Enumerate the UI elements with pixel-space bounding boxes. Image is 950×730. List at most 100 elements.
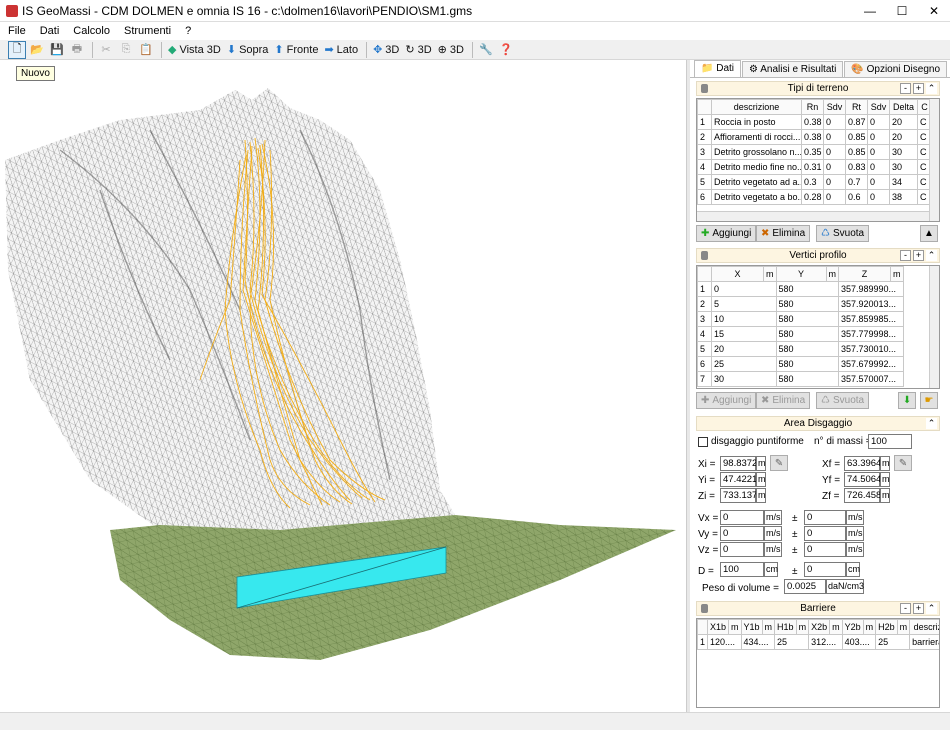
table-row[interactable]: 4 Detrito medio fine no... 0.31 0 0.83 0 30 C [697, 159, 932, 175]
chevron-up-icon[interactable]: ⌃ [926, 603, 937, 614]
cell[interactable]: Roccia in posto [711, 114, 802, 130]
sopra-button[interactable]: ⬇ Sopra [225, 41, 271, 59]
cell[interactable]: 34 [889, 174, 918, 190]
table-row[interactable]: 7 30 580 357.570007... [697, 371, 904, 387]
save-icon[interactable]: 💾 [48, 41, 66, 59]
cell[interactable]: 120.... [707, 634, 742, 650]
vx-input[interactable]: 0 [720, 510, 764, 525]
terreno-table[interactable]: descrizione Rn Sdv Rt Sdv Delta C 1 Rocci… [696, 98, 940, 222]
tab-dati[interactable]: 📁 Dati [694, 60, 742, 77]
collapse-button[interactable]: - [900, 83, 911, 94]
cell[interactable]: 0 [711, 281, 777, 297]
d-input[interactable]: 100 [720, 562, 764, 577]
table-row[interactable]: 3 Detrito grossolano n... 0.35 0 0.85 0 30 C [697, 144, 932, 160]
chevron-up-icon[interactable]: ⌃ [926, 83, 937, 94]
print-icon[interactable]: 🖶 [68, 41, 86, 59]
menu-file[interactable]: File [8, 25, 26, 37]
cell[interactable]: Detrito medio fine no... [711, 159, 802, 175]
cell[interactable]: 0.7 [845, 174, 868, 190]
cell[interactable]: 0.3 [801, 174, 824, 190]
cell[interactable]: 0 [867, 159, 890, 175]
import-button[interactable]: ⬇ [898, 392, 916, 409]
cell[interactable]: 580 [775, 371, 839, 387]
zoom-3d-button[interactable]: ⊕ 3D [436, 41, 466, 59]
chevron-up-icon[interactable]: ⌃ [926, 418, 937, 429]
cell[interactable]: 0 [823, 144, 846, 160]
yi-input[interactable]: 47.4221 [720, 472, 757, 487]
cell[interactable]: 403.... [841, 634, 877, 650]
cell[interactable]: 0 [823, 174, 846, 190]
table-row[interactable]: 6 25 580 357.679992... [697, 356, 904, 372]
xf-input[interactable]: 63.3964 [844, 456, 881, 471]
terrain-view-button[interactable]: ▲ [920, 225, 938, 242]
cut-icon[interactable]: ✂ [97, 41, 115, 59]
cell[interactable]: 20 [889, 129, 918, 145]
cell[interactable]: 20 [711, 341, 777, 357]
table-row[interactable]: 4 15 580 357.779998... [697, 326, 904, 342]
cell[interactable]: 10 [711, 311, 777, 327]
vertical-scrollbar[interactable] [929, 266, 939, 388]
table-row[interactable]: 1 120.... 434.... 25 312.... 403.... 25 … [697, 634, 939, 650]
vy-input[interactable]: 0 [720, 526, 764, 541]
cell[interactable]: 0.38 [801, 129, 824, 145]
cell[interactable]: 0.28 [801, 189, 824, 205]
col-h2b[interactable]: H2b [875, 619, 898, 635]
cell[interactable]: 357.679992... [838, 356, 904, 372]
table-row[interactable]: 1 0 580 357.989990... [697, 281, 904, 297]
col-rn[interactable]: Rn [801, 99, 824, 115]
copy-icon[interactable]: ⎘ [117, 41, 135, 59]
minimize-button[interactable]: — [854, 0, 886, 22]
cell[interactable]: 0.85 [845, 144, 868, 160]
cell[interactable]: 0.87 [845, 114, 868, 130]
vx-dev-input[interactable]: 0 [804, 510, 846, 525]
cell[interactable]: 0.38 [801, 114, 824, 130]
cell[interactable]: 0 [823, 129, 846, 145]
cell[interactable]: Affioramenti di rocci... [711, 129, 802, 145]
cell[interactable]: 0 [867, 144, 890, 160]
cell[interactable]: 357.779998... [838, 326, 904, 342]
maximize-button[interactable]: ☐ [886, 0, 918, 22]
cell[interactable]: 5 [711, 296, 777, 312]
zi-input[interactable]: 733.137 [720, 488, 757, 503]
col-y1b[interactable]: Y1b [740, 619, 763, 635]
table-row[interactable]: 6 Detrito vegetato a bo... 0.28 0 0.6 0 38 C [697, 189, 932, 205]
menu-help[interactable]: ? [185, 25, 191, 37]
cell[interactable]: 25 [774, 634, 810, 650]
vy-dev-input[interactable]: 0 [804, 526, 846, 541]
cell[interactable]: 580 [775, 311, 839, 327]
vz-input[interactable]: 0 [720, 542, 764, 557]
cell[interactable]: 38 [889, 189, 918, 205]
expand-button[interactable]: + [913, 603, 924, 614]
cell[interactable]: 0 [823, 159, 846, 175]
vertici-delete-button[interactable]: ✖ Elimina [756, 392, 811, 409]
lato-button[interactable]: ➡ Lato [322, 41, 360, 59]
col-x1b[interactable]: X1b [707, 619, 730, 635]
help-icon[interactable]: ❓ [497, 41, 515, 59]
barriere-table[interactable]: X1b m Y1b m H1b m X2b m Y2b m H2b m desc… [696, 618, 940, 708]
cell[interactable]: 30 [711, 371, 777, 387]
cell[interactable]: 0 [867, 114, 890, 130]
rotate-3d-button[interactable]: ↻ 3D [403, 41, 433, 59]
table-row[interactable]: 2 5 580 357.920013... [697, 296, 904, 312]
fronte-button[interactable]: ⬆ Fronte [272, 41, 320, 59]
3d-viewport[interactable] [0, 60, 686, 712]
paste-icon[interactable]: 📋 [137, 41, 155, 59]
col-rt[interactable]: Rt [845, 99, 868, 115]
tools-icon[interactable]: 🔧 [477, 41, 495, 59]
tab-analisi[interactable]: ⚙ Analisi e Risultati [742, 61, 844, 77]
cell[interactable]: 0.35 [801, 144, 824, 160]
col-descrizione[interactable]: descrizio [909, 619, 939, 635]
col-h1b[interactable]: H1b [774, 619, 797, 635]
col-delta[interactable]: Delta [889, 99, 918, 115]
col-z[interactable]: Z [838, 266, 891, 282]
terreno-delete-button[interactable]: ✖ Elimina [756, 225, 811, 242]
table-row[interactable]: 2 Affioramenti di rocci... 0.38 0 0.85 0 20 C [697, 129, 932, 145]
cell[interactable]: 580 [775, 341, 839, 357]
cell[interactable]: 0.6 [845, 189, 868, 205]
horizontal-scrollbar[interactable] [697, 211, 929, 221]
col-y2b[interactable]: Y2b [841, 619, 864, 635]
col-sdv2[interactable]: Sdv [867, 99, 890, 115]
expand-button[interactable]: + [913, 83, 924, 94]
cell[interactable]: Detrito vegetato a bo... [711, 189, 802, 205]
cell[interactable]: 434.... [740, 634, 776, 650]
